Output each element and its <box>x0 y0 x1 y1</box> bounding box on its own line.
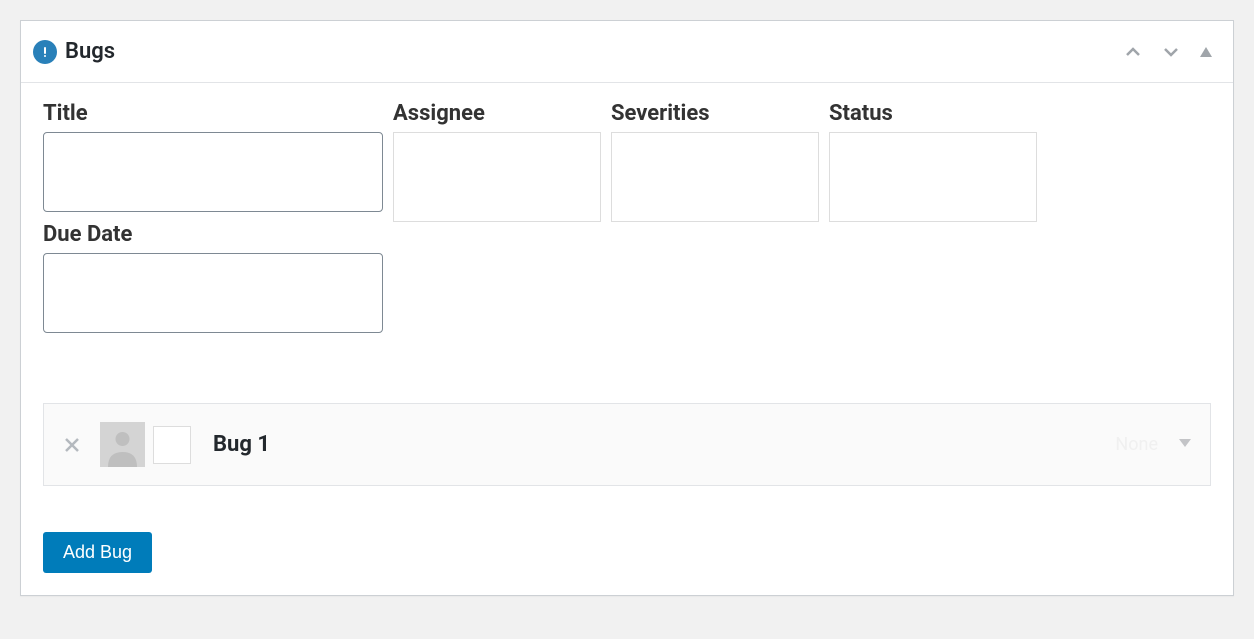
bug-item[interactable]: Bug 1 None <box>43 403 1211 486</box>
bugs-metabox: Bugs Title Assignee Severities <box>20 20 1234 596</box>
panel-controls <box>1123 42 1213 62</box>
title-label: Title <box>43 101 383 126</box>
due-date-label: Due Date <box>43 222 1211 247</box>
metabox-body: Title Assignee Severities Status Due Dat… <box>21 83 1233 595</box>
due-date-input[interactable] <box>43 253 383 333</box>
filter-severities-group: Severities <box>611 101 819 222</box>
assignee-input[interactable] <box>393 132 601 222</box>
filter-assignee-group: Assignee <box>393 101 601 222</box>
collapse-icon[interactable] <box>1199 45 1213 59</box>
bug-list: Bug 1 None <box>43 403 1211 486</box>
remove-bug-icon[interactable] <box>62 435 82 455</box>
bug-title: Bug 1 <box>213 432 270 457</box>
filter-title-group: Title <box>43 101 383 212</box>
severities-input[interactable] <box>611 132 819 222</box>
filter-row-1: Title Assignee Severities Status <box>43 101 1211 222</box>
filter-status-group: Status <box>829 101 1037 222</box>
bug-thumbnail <box>153 426 191 464</box>
expand-icon[interactable] <box>1178 435 1192 454</box>
metabox-header: Bugs <box>21 21 1233 83</box>
status-label: Status <box>829 101 1037 126</box>
title-input[interactable] <box>43 132 383 212</box>
bug-status-text: None <box>1115 434 1158 455</box>
alert-icon <box>33 40 57 64</box>
avatar <box>100 422 145 467</box>
panel-title: Bugs <box>65 39 1123 64</box>
move-up-icon[interactable] <box>1123 42 1143 62</box>
add-bug-button[interactable]: Add Bug <box>43 532 152 573</box>
assignee-label: Assignee <box>393 101 601 126</box>
status-input[interactable] <box>829 132 1037 222</box>
severities-label: Severities <box>611 101 819 126</box>
move-down-icon[interactable] <box>1161 42 1181 62</box>
filter-due-group: Due Date <box>43 222 1211 333</box>
add-row: Add Bug <box>43 532 1211 573</box>
